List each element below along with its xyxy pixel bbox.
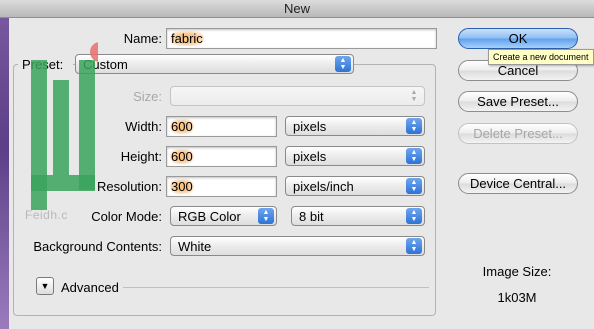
resolution-unit-select[interactable]: pixels/inch ▲ ▼ [285,176,425,196]
save-preset-button[interactable]: Save Preset... [458,91,578,112]
resolution-unit-stepper-icon: ▲ ▼ [406,178,422,194]
advanced-disclosure-icon[interactable]: ▼ [36,277,54,295]
height-unit-stepper-icon: ▲ ▼ [406,148,422,164]
bit-depth-value: 8 bit [299,209,324,224]
width-unit-stepper-icon: ▲ ▼ [406,118,422,134]
size-select[interactable]: ▲ ▼ [170,86,425,106]
image-size-value: 1k03M [497,290,537,305]
height-value: 600 [170,149,194,164]
resolution-field[interactable]: 300 [166,176,277,197]
color-mode-stepper-icon: ▲ ▼ [258,208,274,224]
color-mode-value: RGB Color [178,209,241,224]
height-label: Height: [120,149,162,164]
bit-depth-stepper-icon: ▲ ▼ [406,208,422,224]
watermark-logo-icon [31,42,98,210]
preset-stepper-icon: ▲ ▼ [335,56,351,72]
height-unit-value: pixels [293,149,327,164]
width-unit-select[interactable]: pixels ▲ ▼ [285,116,425,136]
color-mode-label: Color Mode: [91,209,162,224]
title-bar: New [0,0,594,18]
image-size-label: Image Size: [482,264,552,279]
advanced-label: Advanced [61,280,119,295]
ok-button[interactable]: OK [458,28,578,49]
width-label: Width: [125,119,162,134]
color-mode-select[interactable]: RGB Color ▲ ▼ [170,206,277,226]
device-central-button[interactable]: Device Central... [458,173,578,194]
height-unit-select[interactable]: pixels ▲ ▼ [285,146,425,166]
name-value: fabric [170,31,204,46]
height-field[interactable]: 600 [166,146,277,167]
bit-depth-select[interactable]: 8 bit ▲ ▼ [291,206,425,226]
name-field[interactable]: fabric [166,28,437,49]
resolution-value: 300 [170,179,194,194]
width-field[interactable]: 600 [166,116,277,137]
width-unit-value: pixels [293,119,327,134]
desktop-background [0,0,9,329]
background-contents-label: Background Contents: [33,239,162,254]
window-title: New [283,1,310,16]
resolution-unit-value: pixels/inch [293,179,354,194]
watermark-text: Feidh.c [25,208,68,222]
delete-preset-button[interactable]: Delete Preset... [458,123,578,144]
advanced-divider [123,287,429,288]
size-label: Size: [133,89,162,104]
name-label: Name: [123,31,162,46]
preset-select[interactable]: Custom ▲ ▼ [75,54,354,74]
width-value: 600 [170,119,194,134]
size-stepper-icon: ▲ ▼ [410,89,418,103]
background-contents-value: White [178,239,212,254]
ok-tooltip: Create a new document [488,49,594,65]
background-contents-select[interactable]: White ▲ ▼ [170,236,425,256]
background-contents-stepper-icon: ▲ ▼ [406,238,422,254]
